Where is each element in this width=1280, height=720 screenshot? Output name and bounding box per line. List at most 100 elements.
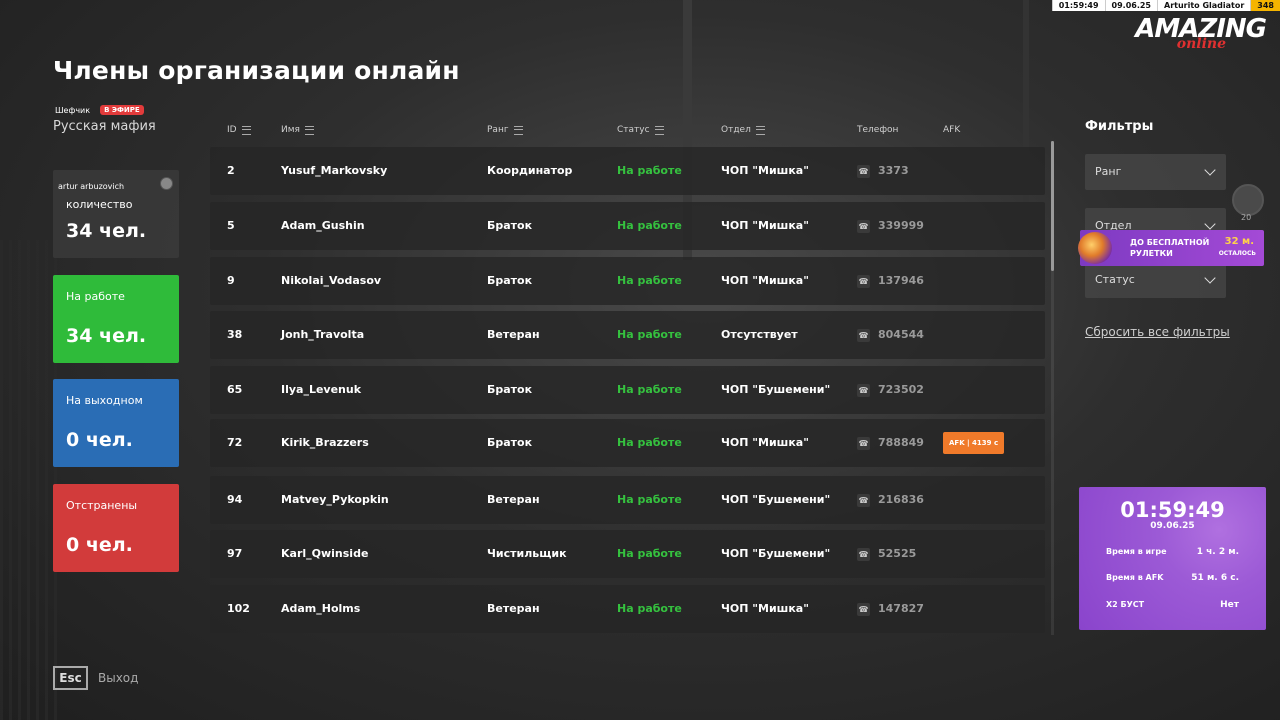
cell-rank: Координатор [487,164,573,177]
cell-dept: ЧОП "Бушемени" [721,383,831,396]
header-status-label: Статус [617,125,650,135]
phone-icon: ☎ [857,436,870,450]
filter-status-select[interactable]: Статус [1085,262,1226,298]
cell-dept: Отсутствует [721,328,798,341]
cell-status: На работе [617,328,682,341]
coin-label: 20 [1241,213,1252,222]
chevron-down-icon [1204,164,1216,176]
stat-suspended-card[interactable]: Отстранены 0 чел. [53,484,179,572]
phone-icon: ☎ [857,602,870,616]
cell-name: Nikolai_Vodasov [281,274,382,287]
cell-id: 102 [227,602,250,615]
sort-icon[interactable] [654,125,664,135]
cell-name: Matvey_Pykopkin [281,493,389,506]
cell-id: 38 [227,328,243,341]
cell-rank: Ветеран [487,328,540,341]
cell-status: На работе [617,602,682,615]
stat-working-value: 34 чел. [66,325,147,347]
session-row: X2 БУСТ Нет [1106,600,1239,610]
stat-off-value: 0 чел. [66,429,133,451]
roulette-promo-banner[interactable]: ДО БЕСПЛАТНОЙ РУЛЕТКИ 32 м. ОСТАЛОСЬ [1078,230,1264,266]
phone-icon: ☎ [857,274,870,288]
header-rank-label: Ранг [487,125,509,135]
header-phone-label: Телефон [857,125,899,135]
phone-icon: ☎ [857,164,870,178]
cell-name: Karl_Qwinside [281,547,369,560]
cell-dept: ЧОП "Мишка" [721,274,809,287]
header-status[interactable]: Статус [617,125,664,135]
table-row[interactable]: 2 Yusuf_Markovsky Координатор На работе … [210,147,1045,195]
table-row[interactable]: 9 Nikolai_Vodasov Браток На работе ЧОП "… [210,257,1045,305]
promo-text: ДО БЕСПЛАТНОЙ РУЛЕТКИ [1130,237,1209,259]
cell-status: На работе [617,219,682,232]
cell-status: На работе [617,547,682,560]
sort-icon[interactable] [241,125,251,135]
cell-dept: ЧОП "Бушемени" [721,547,831,560]
cell-phone: ☎ 723502 [857,366,924,414]
cell-phone-number: 147827 [878,602,924,615]
cell-id: 94 [227,493,243,506]
cell-phone: ☎ 216836 [857,476,924,524]
promo-text-line2: РУЛЕТКИ [1130,249,1173,258]
cell-name: Yusuf_Markovsky [281,164,388,177]
hud-top-bar: 01:59:49 09.06.25 Arturito Gladiator 348 [1051,0,1280,11]
organization-name: Русская мафия [53,119,156,134]
exit-label: Выход [98,671,139,685]
cell-phone-number: 804544 [878,328,924,341]
cell-id: 9 [227,274,235,287]
session-row: Время в AFK 51 м. 6 с. [1106,573,1239,583]
filter-rank-value: Ранг [1095,165,1122,178]
cell-phone: ☎ 52525 [857,530,916,578]
sort-icon[interactable] [304,125,314,135]
header-name[interactable]: Имя [281,125,314,135]
header-dept[interactable]: Отдел [721,125,765,135]
esc-key[interactable]: Esc [53,666,88,690]
table-row[interactable]: 5 Adam_Gushin Браток На работе ЧОП "Мишк… [210,202,1045,250]
phone-icon: ☎ [857,547,870,561]
hud-time: 01:59:49 [1051,0,1105,11]
cell-phone-number: 216836 [878,493,924,506]
cell-phone: ☎ 147827 [857,585,924,633]
table-scrollbar[interactable] [1051,141,1054,635]
table-header: ID Имя Ранг Статус Отдел Телефон AFK [210,125,1045,139]
stat-off-card[interactable]: На выходном 0 чел. [53,379,179,467]
stream-leader: Шефчик [55,105,91,115]
sort-icon[interactable] [513,125,523,135]
session-row-value: 1 ч. 2 м. [1196,547,1239,557]
table-row[interactable]: 65 Ilya_Levenuk Браток На работе ЧОП "Бу… [210,366,1045,414]
cell-name: Kirik_Brazzers [281,436,369,449]
cell-id: 97 [227,547,243,560]
scrollbar-thumb[interactable] [1051,141,1054,271]
stat-total-value: 34 чел. [66,220,147,242]
cell-dept: ЧОП "Мишка" [721,219,809,232]
cell-phone-number: 788849 [878,436,924,449]
exit-control[interactable]: Esc Выход [53,666,138,690]
filter-rank-select[interactable]: Ранг [1085,154,1226,190]
table-row[interactable]: 102 Adam_Holms Ветеран На работе ЧОП "Ми… [210,585,1045,633]
table-row[interactable]: 72 Kirik_Brazzers Браток На работе ЧОП "… [210,419,1045,467]
header-id[interactable]: ID [227,125,251,135]
cell-rank: Браток [487,274,533,287]
session-clock: 01:59:49 [1120,498,1225,522]
cell-rank: Чистильщик [487,547,567,560]
sort-icon[interactable] [755,125,765,135]
cell-status: На работе [617,383,682,396]
header-id-label: ID [227,125,237,135]
session-row: Время в игре 1 ч. 2 м. [1106,547,1239,557]
voice-indicator-icon [160,177,173,190]
cell-id: 2 [227,164,235,177]
logo-sub: online [1176,36,1226,52]
header-dept-label: Отдел [721,125,751,135]
table-row[interactable]: 97 Karl_Qwinside Чистильщик На работе ЧО… [210,530,1045,578]
header-phone: Телефон [857,125,898,135]
table-row[interactable]: 38 Jonh_Travolta Ветеран На работе Отсут… [210,311,1045,359]
reset-filters-link[interactable]: Сбросить все фильтры [1085,325,1230,339]
header-rank[interactable]: Ранг [487,125,523,135]
cell-dept: ЧОП "Мишка" [721,602,809,615]
stat-working-card[interactable]: На работе 34 чел. [53,275,179,363]
promo-text-line1: ДО БЕСПЛАТНОЙ [1130,238,1210,247]
cell-phone-number: 52525 [878,547,917,560]
cell-rank: Браток [487,383,533,396]
table-row[interactable]: 94 Matvey_Pykopkin Ветеран На работе ЧОП… [210,476,1045,524]
cell-rank: Браток [487,219,533,232]
